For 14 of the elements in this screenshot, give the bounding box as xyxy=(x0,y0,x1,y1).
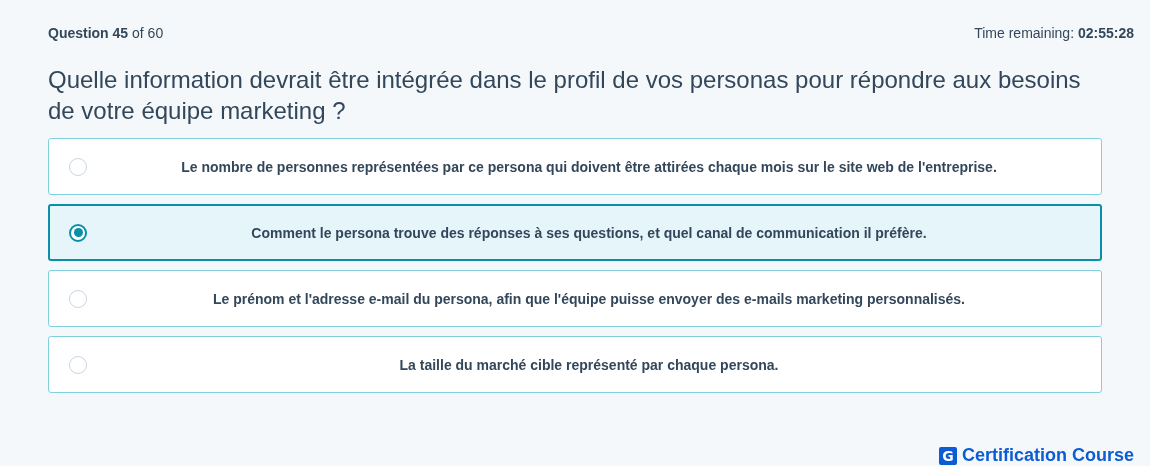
brand-name: Certification Course xyxy=(961,445,1134,466)
answer-option[interactable]: Comment le persona trouve des réponses à ses questions, et quel canal de communication il préfère. xyxy=(48,204,1102,261)
answer-option[interactable]: La taille du marché cible représenté par chaque persona. xyxy=(48,336,1102,393)
answer-option[interactable]: Le nombre de personnes représentées par ce persona qui doivent être attirées chaque mois sur le site web de l'entreprise. xyxy=(48,138,1102,195)
option-text: La taille du marché cible représenté par chaque persona. xyxy=(398,356,780,373)
answer-option[interactable]: Le prénom et l'adresse e-mail du persona, afin que l'équipe puisse envoyer des e-mails marketing personnalisés. xyxy=(48,270,1102,327)
logo-icon: G xyxy=(938,446,957,465)
time-remaining: Time remaining: 02:55:28 xyxy=(974,25,1134,41)
radio-button[interactable] xyxy=(69,223,87,242)
question-counter: Question 45 of 60 xyxy=(48,25,164,41)
option-text: Le prénom et l'adresse e-mail du persona, afin que l'équipe puisse envoyer des e-mails marketing personnalisés. xyxy=(212,290,966,307)
question-text: Quelle information devrait être intégrée dans le profil de vos personas pour répondre aux besoins de votre équipe marketing ? xyxy=(48,65,1082,126)
option-text: Comment le persona trouve des réponses à ses questions, et quel canal de communication il préfère. xyxy=(250,224,928,241)
option-text: Le nombre de personnes représentées par ce persona qui doivent être attirées chaque mois sur le site web de l'entreprise. xyxy=(180,158,998,175)
